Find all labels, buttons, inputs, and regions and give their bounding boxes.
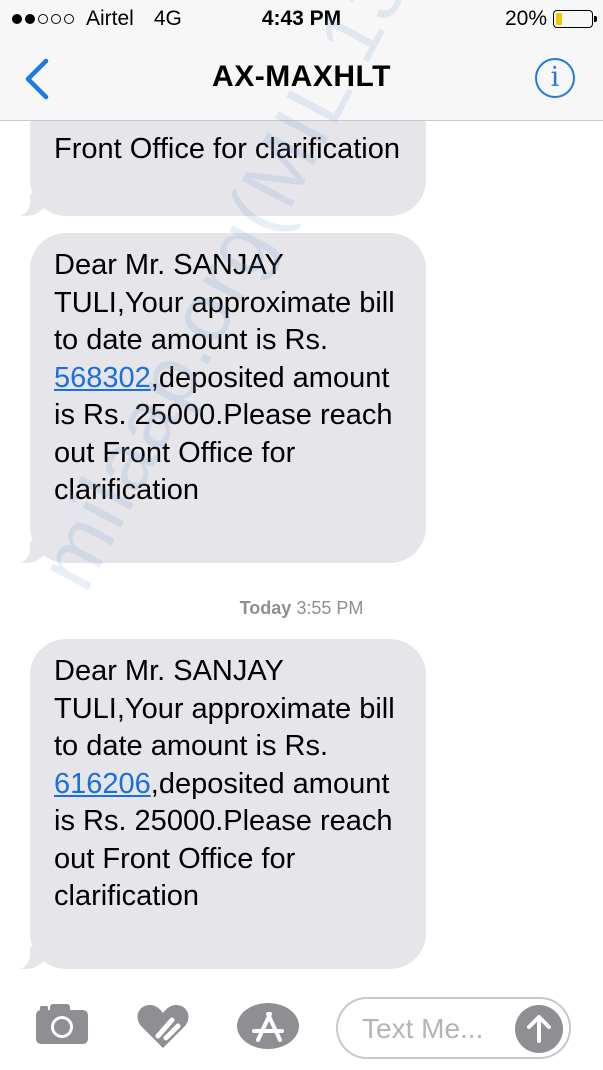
message-bubble[interactable]: Front Office for clarification	[16, 121, 426, 216]
battery-percent: 20%	[504, 7, 547, 30]
digital-touch-button[interactable]	[136, 1002, 190, 1055]
amount-link[interactable]: 568302	[54, 362, 151, 394]
app-store-icon	[237, 1003, 299, 1049]
message-bubble[interactable]: Dear Mr. SANJAY TULI,Your approximate bi…	[16, 639, 426, 969]
info-button[interactable]: i	[535, 58, 575, 98]
timestamp-day: Today	[239, 598, 292, 618]
battery-fill	[556, 13, 562, 25]
info-icon: i	[550, 62, 560, 93]
heart-icon	[137, 1005, 189, 1048]
input-bar: Text Me...	[0, 982, 603, 1070]
amount-link[interactable]: 616206	[54, 768, 151, 800]
send-button[interactable]	[515, 1005, 563, 1053]
camera-button[interactable]	[34, 1002, 90, 1051]
message-bubble[interactable]: Dear Mr. SANJAY TULI,Your approximate bi…	[16, 233, 426, 563]
battery-tip	[594, 16, 597, 22]
status-bar: Airtel 4G 4:43 PM 20%	[0, 0, 603, 40]
timestamp-time: 3:55 PM	[296, 598, 364, 618]
message-input[interactable]: Text Me...	[336, 997, 571, 1059]
message-thread[interactable]: Front Office for clarification Dear Mr. …	[0, 121, 603, 981]
message-text: Front Office for clarification	[54, 133, 400, 165]
status-right: 20%	[504, 7, 597, 31]
message-text: Dear Mr. SANJAY TULI,Your approximate bi…	[54, 655, 395, 762]
message-text: Dear Mr. SANJAY TULI,Your approximate bi…	[54, 249, 395, 356]
send-arrow-icon	[527, 1015, 551, 1043]
message-input-placeholder: Text Me...	[362, 1013, 484, 1044]
message-timestamp: Today 3:55 PM	[0, 598, 603, 619]
app-store-button[interactable]	[236, 1002, 300, 1055]
nav-bar: AX-MAXHLT i	[0, 40, 603, 121]
battery-icon	[553, 10, 597, 28]
conversation-title: AX-MAXHLT	[212, 60, 391, 93]
camera-icon	[36, 1004, 88, 1044]
